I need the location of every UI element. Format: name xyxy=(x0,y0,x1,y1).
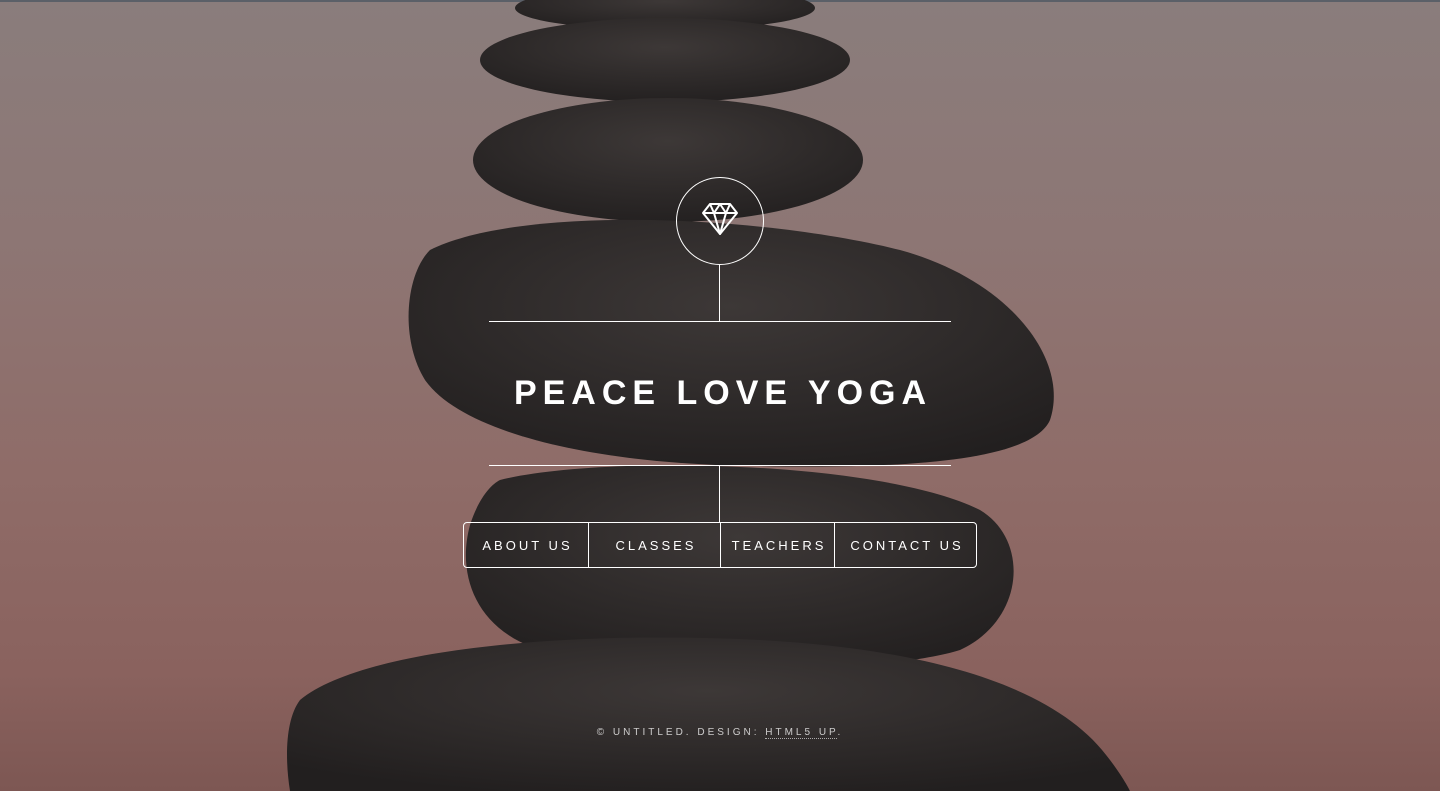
logo xyxy=(676,177,764,265)
connector-line-top xyxy=(719,265,720,321)
site-title: PEACE LOVE YOGA xyxy=(513,374,933,412)
title-divider-top xyxy=(489,321,951,322)
title-divider-bottom xyxy=(489,465,951,466)
html5-up-link[interactable]: HTML5 UP xyxy=(765,727,838,739)
main-nav: ABOUT US CLASSES TEACHERS CONTACT US xyxy=(463,522,977,568)
nav-item-contact-us[interactable]: CONTACT US xyxy=(834,523,976,567)
copyright-text: © UNTITLED. DESIGN: xyxy=(596,727,766,738)
footer: © UNTITLED. DESIGN: HTML5 UP. xyxy=(0,727,1440,739)
nav-item-teachers[interactable]: TEACHERS xyxy=(720,523,834,567)
nav-item-about-us[interactable]: ABOUT US xyxy=(464,523,588,567)
nav-item-classes[interactable]: CLASSES xyxy=(588,523,720,567)
footer-suffix: . xyxy=(837,727,844,738)
connector-line-bottom xyxy=(719,466,720,522)
diamond-icon xyxy=(701,202,739,241)
header: PEACE LOVE YOGA ABOUT US CLASSES TEACHER… xyxy=(0,0,1440,791)
